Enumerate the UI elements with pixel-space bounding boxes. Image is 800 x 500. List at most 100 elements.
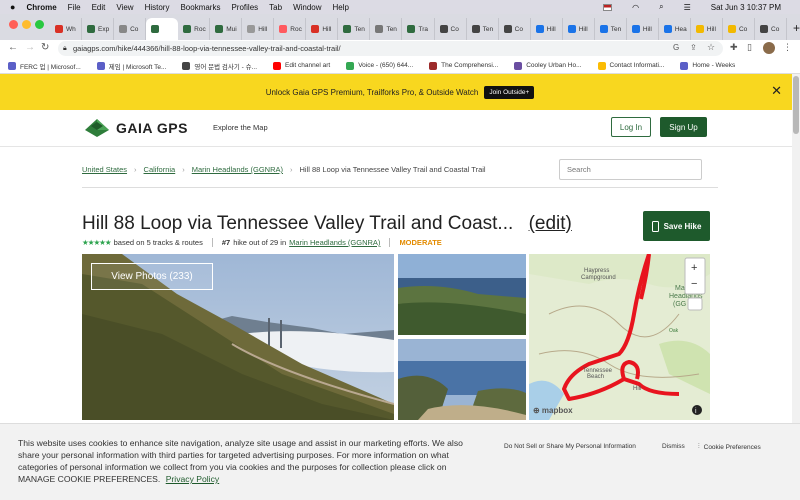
view-photos-button[interactable]: View Photos (233): [91, 263, 213, 290]
browser-tab[interactable]: Co: [755, 18, 788, 40]
divider: [389, 238, 391, 247]
browser-tab[interactable]: Co: [114, 18, 147, 40]
bookmark-item[interactable]: Voice - (650) 644...: [346, 61, 413, 70]
browser-tab[interactable]: Tra: [402, 18, 435, 40]
menu-profiles[interactable]: Profiles: [231, 3, 258, 12]
menu-bookmarks[interactable]: Bookmarks: [180, 3, 220, 12]
forward-icon[interactable]: →: [25, 42, 35, 53]
browser-tab[interactable]: Exp: [82, 18, 115, 40]
dismiss-button[interactable]: Dismiss: [662, 443, 685, 450]
zoom-out-button[interactable]: −: [691, 278, 697, 290]
bookmark-favicon-icon: [429, 61, 438, 70]
menu-app[interactable]: Chrome: [26, 3, 56, 12]
browser-tab[interactable]: Roc: [274, 18, 307, 40]
browser-tab[interactable]: Wh: [50, 18, 83, 40]
bookmark-item[interactable]: Edit channel art: [273, 61, 330, 70]
browser-tab[interactable]: Hill: [563, 18, 595, 40]
map-canvas: Haypress Campground Mar Headlands (GG Oa…: [529, 254, 710, 420]
info-icon[interactable]: [692, 405, 702, 415]
bookmark-item[interactable]: Home - Weeks: [680, 61, 735, 70]
mapbox-logo: ⊕ mapbox: [533, 406, 573, 415]
signup-button[interactable]: Sign Up: [660, 117, 707, 137]
scrollbar-thumb[interactable]: [793, 76, 799, 134]
reload-icon[interactable]: ↻: [41, 42, 49, 53]
browser-tab[interactable]: Ten: [338, 18, 371, 40]
area-link[interactable]: Marin Headlands (GGNRA): [289, 238, 380, 247]
join-outside-button[interactable]: Join Outside+: [484, 85, 535, 99]
maximize-window-icon[interactable]: [35, 20, 44, 29]
browser-tab[interactable]: Hill: [531, 18, 563, 40]
side-panel-icon[interactable]: ▯: [747, 42, 752, 53]
privacy-policy-link[interactable]: Privacy Policy: [166, 474, 219, 484]
browser-tab[interactable]: Co: [435, 18, 467, 40]
extensions-icon[interactable]: ✚: [730, 42, 738, 53]
bookmark-label: Cooley Urban Ho...: [526, 62, 582, 69]
menu-tab[interactable]: Tab: [269, 3, 282, 12]
browser-tab[interactable]: Hill: [242, 18, 275, 40]
bookmark-item[interactable]: Contact Informati...: [597, 61, 664, 70]
menu-window[interactable]: Window: [293, 3, 321, 12]
control-center-icon[interactable]: ☰: [684, 3, 691, 12]
browser-tab[interactable]: Co: [499, 18, 531, 40]
search-icon[interactable]: ⌕: [659, 2, 663, 12]
browser-tab[interactable]: Mui: [210, 18, 243, 40]
tab-favicon-icon: [663, 25, 672, 33]
browser-toolbar: ← → ↻ 🔒︎ gaiagps.com/hike/444366/hill-88…: [0, 40, 800, 58]
trail-map[interactable]: Haypress Campground Mar Headlands (GG Oa…: [529, 254, 710, 420]
save-hike-button[interactable]: Save Hike: [643, 211, 710, 241]
tab-label: Hill: [642, 25, 652, 33]
explore-map-link[interactable]: Explore the Map: [213, 123, 268, 132]
edit-link[interactable]: (edit): [529, 213, 572, 234]
main-photo[interactable]: View Photos (233): [82, 254, 394, 420]
photo-thumbnail[interactable]: [398, 339, 526, 420]
share-icon[interactable]: ⇪: [690, 43, 697, 52]
bookmark-item[interactable]: The Comprehensi...: [429, 61, 498, 70]
search-input[interactable]: Search: [559, 159, 702, 180]
do-not-sell-link[interactable]: Do Not Sell or Share My Personal Informa…: [504, 443, 636, 450]
rating-stars: ★★★★★: [82, 238, 112, 247]
menu-kebab-icon[interactable]: ⋮: [783, 42, 792, 53]
clock[interactable]: Sat Jun 3 10:37 PM: [711, 3, 781, 12]
wifi-icon[interactable]: ◠: [632, 3, 639, 12]
browser-tab[interactable]: Hill: [627, 18, 659, 40]
bookmark-item[interactable]: FERC 업 | Microsof...: [8, 61, 81, 71]
gaia-logo[interactable]: GAIA GPS: [84, 118, 188, 138]
flag-icon[interactable]: [603, 3, 613, 11]
browser-tab[interactable]: Hill: [306, 18, 339, 40]
menu-view[interactable]: View: [116, 3, 133, 12]
minimize-window-icon[interactable]: [22, 20, 31, 29]
address-bar[interactable]: 🔒︎ gaiagps.com/hike/444366/hill-88-loop-…: [58, 41, 723, 56]
photo-thumbnail[interactable]: [398, 254, 526, 335]
breadcrumb-united-states[interactable]: United States: [82, 165, 127, 174]
login-button[interactable]: Log In: [611, 117, 651, 137]
menu-edit[interactable]: Edit: [92, 3, 106, 12]
apple-icon[interactable]: ●: [10, 2, 15, 12]
breadcrumb-marin-headlands[interactable]: Marin Headlands (GGNRA): [192, 165, 283, 174]
close-icon[interactable]: ✕: [771, 84, 782, 97]
menu-help[interactable]: Help: [333, 3, 349, 12]
avatar[interactable]: [763, 42, 775, 54]
browser-tab[interactable]: Ten: [370, 18, 403, 40]
zoom-in-button[interactable]: +: [691, 262, 697, 274]
breadcrumb-california[interactable]: California: [144, 165, 176, 174]
fullscreen-icon[interactable]: [687, 297, 703, 311]
bookmark-item[interactable]: 제임 | Microsoft Te...: [96, 61, 167, 71]
close-window-icon[interactable]: [9, 20, 18, 29]
bookmark-label: 제임 | Microsoft Te...: [108, 63, 167, 71]
browser-tab[interactable]: Ten: [595, 18, 627, 40]
browser-tab[interactable]: [146, 18, 179, 40]
browser-tab[interactable]: Ten: [467, 18, 499, 40]
cookie-preferences-button[interactable]: ⫶ Cookie Preferences: [698, 443, 761, 451]
bookmark-star-icon[interactable]: ☆: [707, 42, 715, 53]
browser-tab[interactable]: Hea: [659, 18, 691, 40]
google-lens-icon[interactable]: G: [673, 43, 679, 52]
browser-tab[interactable]: Hill: [691, 18, 723, 40]
bookmark-item[interactable]: Cooley Urban Ho...: [514, 61, 582, 70]
new-tab-button[interactable]: +: [793, 21, 800, 35]
bookmark-item[interactable]: 영어 문법 검사기 - 슈...: [182, 61, 257, 71]
menu-file[interactable]: File: [68, 3, 81, 12]
menu-history[interactable]: History: [145, 3, 170, 12]
browser-tab[interactable]: Co: [723, 18, 755, 40]
browser-tab[interactable]: Roc: [178, 18, 211, 40]
back-icon[interactable]: ←: [8, 42, 18, 53]
